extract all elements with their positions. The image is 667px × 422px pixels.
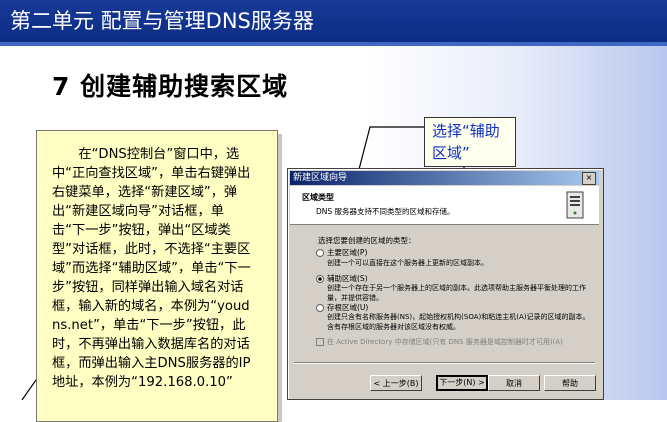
- radio-stub-zone[interactable]: [316, 304, 324, 312]
- radio-secondary-zone[interactable]: [316, 275, 324, 283]
- option-primary-zone[interactable]: 主要区域(P): [316, 247, 367, 258]
- help-button[interactable]: 帮助: [544, 375, 596, 391]
- new-zone-wizard-dialog: 新建区域向导 × 区域类型 DNS 服务器支持不同类型的区域和存储。 选择您要创…: [287, 168, 604, 400]
- note-pointer-line: [21, 379, 37, 400]
- zone-type-question: 选择您要创建的区域的类型：: [318, 236, 416, 245]
- dialog-header: 区域类型 DNS 服务器支持不同类型的区域和存储。: [290, 186, 599, 225]
- option-primary-label: 主要区域(P): [327, 248, 368, 257]
- dialog-title: 新建区域向导: [293, 173, 348, 183]
- server-icon: [566, 191, 584, 219]
- callout-text: 选择“辅助区域”: [432, 122, 500, 162]
- dialog-separator: [294, 362, 595, 364]
- close-icon[interactable]: ×: [582, 172, 596, 185]
- option-stub-desc: 创建只含有名称服务器(NS)，起始授权机构(SOA)和粘连主机(A)记录的区域的…: [327, 313, 590, 331]
- option-stub-label: 存根区域(U): [327, 303, 369, 312]
- store-in-ad-checkbox[interactable]: [316, 338, 324, 346]
- radio-primary-zone[interactable]: [316, 249, 324, 257]
- header-subtitle: DNS 服务器支持不同类型的区域和存储。: [316, 207, 455, 216]
- store-in-ad-checkbox-row: 在 Active Directory 中存储区域(只有 DNS 服务器是域控制器…: [316, 337, 563, 347]
- store-in-ad-label: 在 Active Directory 中存储区域(只有 DNS 服务器是域控制器…: [327, 338, 563, 346]
- back-button[interactable]: < 上一步(B): [370, 375, 422, 391]
- option-secondary-desc: 创建一个存在于另一个服务器上的区域的副本。此选项帮助主服务器平衡处理的工作量，并…: [327, 284, 586, 302]
- option-secondary-label: 辅助区域(S): [327, 274, 368, 283]
- cancel-button[interactable]: 取消: [488, 375, 540, 391]
- instruction-note-text: 在“DNS控制台”窗口中，选中“正向查找区域”，单击右键弹出右键菜单，选择“新建…: [52, 147, 251, 390]
- next-button[interactable]: 下一步(N) >: [436, 375, 488, 391]
- header-title: 区域类型: [302, 193, 334, 202]
- dialog-title-bar: 新建区域向导 ×: [290, 171, 599, 185]
- option-primary-desc: 创建一个可以直接在这个服务器上更新的区域副本。: [327, 259, 488, 267]
